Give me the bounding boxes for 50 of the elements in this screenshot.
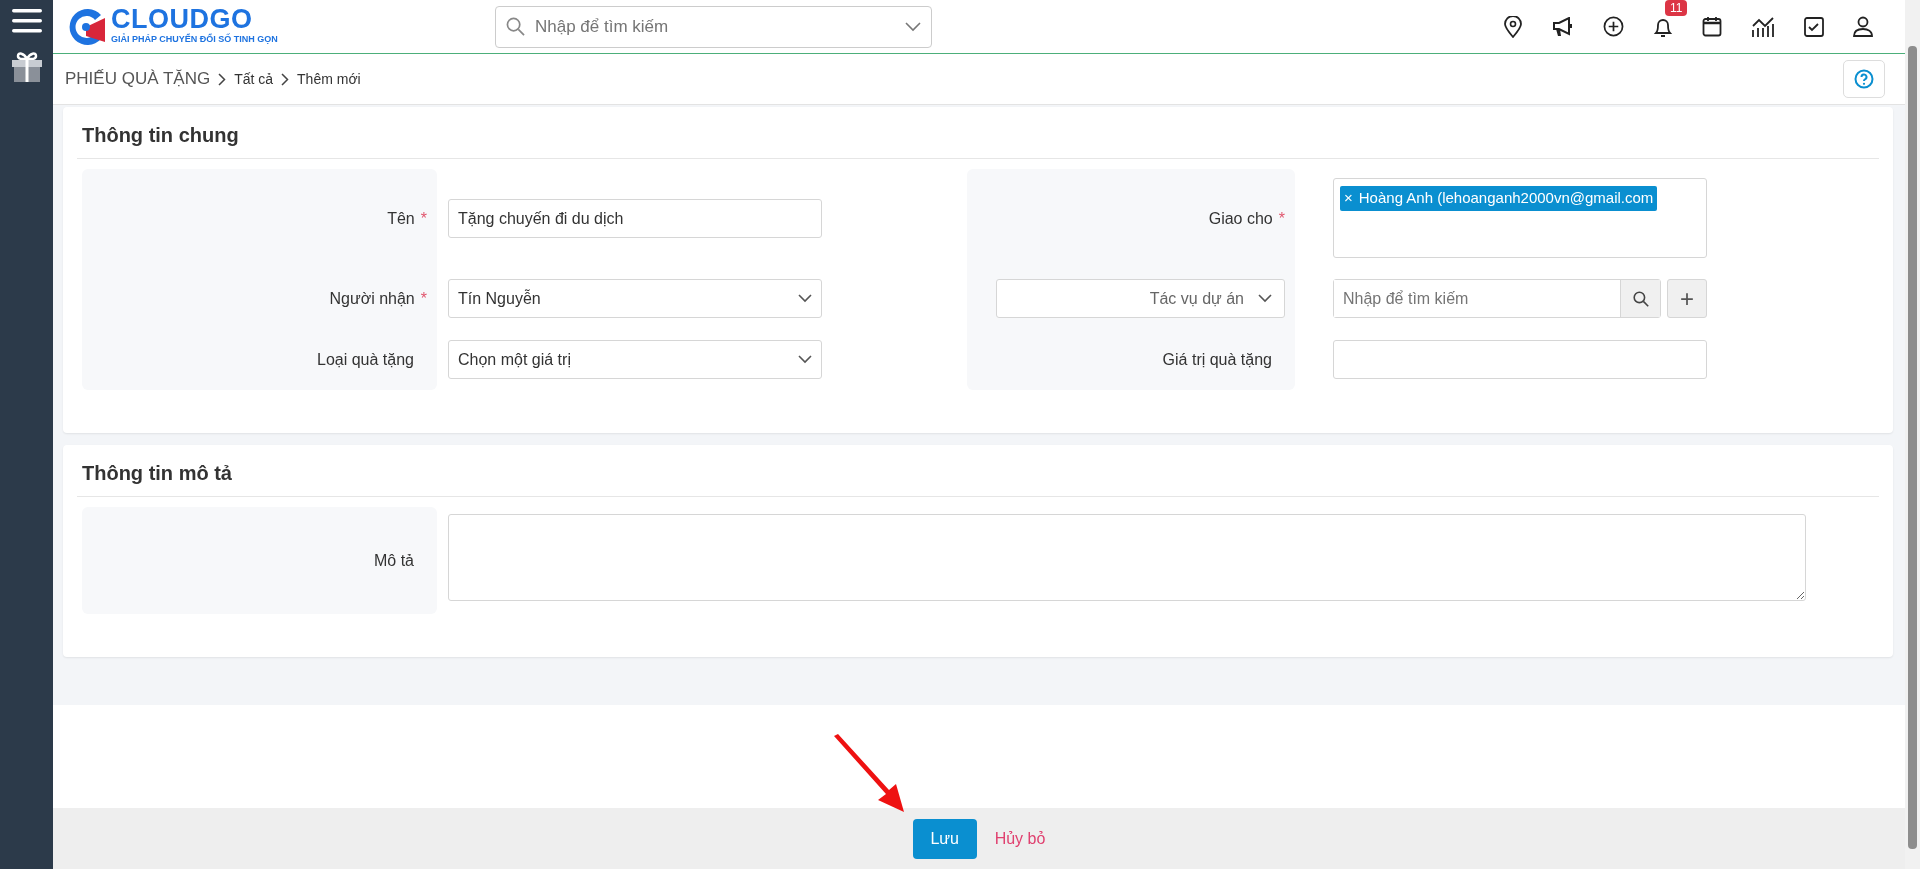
text-input[interactable]: Tặng chuyến đi du dịch xyxy=(448,199,822,238)
search-icon xyxy=(506,17,525,36)
checkbox-icon[interactable] xyxy=(1804,16,1824,37)
select-field[interactable]: Tín Nguyễn xyxy=(448,279,822,318)
user-icon[interactable] xyxy=(1853,16,1873,37)
chevron-down-icon xyxy=(798,355,812,364)
tag-chip[interactable]: × Hoàng Anh (lehoanganh2000vn@gmail.com xyxy=(1340,186,1658,211)
search-box[interactable]: Nhập để tìm kiếm xyxy=(495,5,932,48)
help-button[interactable] xyxy=(1843,60,1885,98)
required-mark: * xyxy=(420,288,427,309)
lookup-type-select[interactable]: Tác vụ dự án xyxy=(996,279,1285,318)
chevron-right-icon xyxy=(218,72,227,86)
required-mark: * xyxy=(1278,208,1285,229)
gift-icon[interactable] xyxy=(11,50,42,82)
select-field[interactable]: Chọn một giá trị xyxy=(448,340,822,379)
chevron-down-icon xyxy=(1258,294,1272,303)
required-mark: * xyxy=(420,208,427,229)
menu-icon[interactable] xyxy=(11,8,42,34)
scrollbar[interactable] xyxy=(1905,0,1920,869)
field-label: Giá trị quà tặng xyxy=(1162,349,1272,370)
section-title: Thông tin mô tả xyxy=(77,453,1879,497)
megaphone-icon[interactable] xyxy=(1552,16,1574,37)
location-icon[interactable] xyxy=(1503,15,1523,38)
chart-icon[interactable] xyxy=(1751,15,1775,38)
chevron-right-icon xyxy=(281,72,290,86)
help-icon xyxy=(1854,69,1874,89)
add-icon[interactable] xyxy=(1603,16,1624,37)
add-button[interactable]: + xyxy=(1667,279,1707,318)
field-label: Giao cho xyxy=(1208,208,1273,229)
save-button[interactable]: Lưu xyxy=(912,818,977,859)
chevron-down-icon xyxy=(798,294,812,303)
search-icon xyxy=(1632,290,1649,307)
breadcrumb-item[interactable]: PHIẾU QUÀ TẶNG xyxy=(65,66,211,92)
field-label: Tên xyxy=(387,208,415,229)
chevron-down-icon xyxy=(905,21,921,32)
section-title: Thông tin chung xyxy=(77,115,1879,159)
logo-tagline: GIẢI PHÁP CHUYỂN ĐỔI SỐ TINH GỌN xyxy=(111,33,278,47)
text-input[interactable] xyxy=(1333,340,1707,379)
breadcrumb-item[interactable]: Tất cả xyxy=(234,68,274,90)
field-label: Người nhận xyxy=(329,288,415,309)
field-label: Mô tả xyxy=(374,550,414,571)
notification-badge: 11 xyxy=(1665,0,1688,16)
search-button[interactable] xyxy=(1620,280,1660,317)
tag-field[interactable]: × Hoàng Anh (lehoanganh2000vn@gmail.com xyxy=(1333,178,1707,258)
field-label: Loại quà tặng xyxy=(317,349,414,370)
lookup-search-box[interactable]: Nhập để tìm kiếm xyxy=(1333,279,1661,318)
cancel-link[interactable]: Hủy bỏ xyxy=(994,826,1046,851)
logo-text: CLOUDGO xyxy=(111,6,254,34)
calendar-icon[interactable] xyxy=(1702,16,1722,37)
breadcrumb-item[interactable]: Thêm mới xyxy=(297,68,361,90)
